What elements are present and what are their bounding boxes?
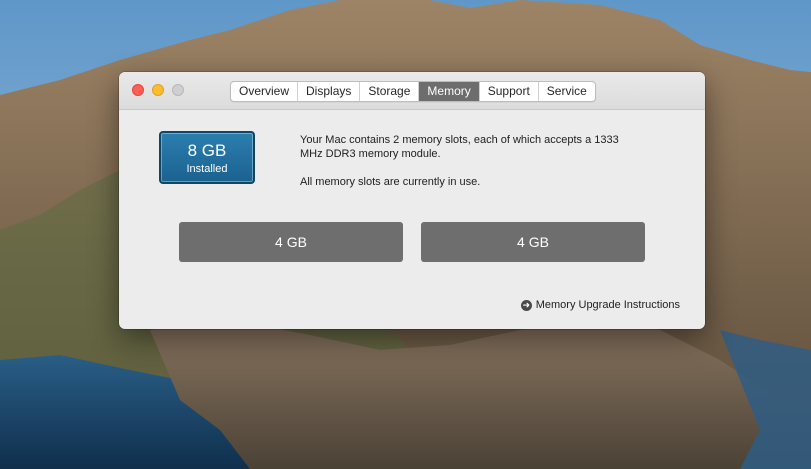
tab-support[interactable]: Support bbox=[480, 82, 539, 101]
memory-pane: 8 GB Installed Your Mac contains 2 memor… bbox=[119, 110, 705, 329]
zoom-button[interactable] bbox=[172, 84, 184, 96]
about-this-mac-window: Overview Displays Storage Memory Support… bbox=[119, 72, 705, 329]
installed-memory-badge: 8 GB Installed bbox=[159, 131, 255, 184]
desktop: Overview Displays Storage Memory Support… bbox=[0, 0, 811, 469]
close-button[interactable] bbox=[132, 84, 144, 96]
memory-upgrade-instructions-label: Memory Upgrade Instructions bbox=[535, 299, 680, 311]
tab-displays[interactable]: Displays bbox=[298, 82, 361, 101]
memory-slot-1: 4 GB bbox=[179, 222, 403, 262]
memory-upgrade-instructions-link[interactable]: ➜ Memory Upgrade Instructions bbox=[520, 299, 680, 311]
memory-slots-description: Your Mac contains 2 memory slots, each o… bbox=[300, 134, 619, 160]
tab-memory[interactable]: Memory bbox=[419, 82, 480, 101]
window-titlebar: Overview Displays Storage Memory Support… bbox=[119, 72, 705, 110]
memory-slot-2: 4 GB bbox=[421, 222, 645, 262]
memory-slots-status: All memory slots are currently in use. bbox=[300, 176, 481, 188]
tab-overview[interactable]: Overview bbox=[231, 82, 299, 101]
tab-bar: Overview Displays Storage Memory Support… bbox=[230, 81, 596, 102]
installed-memory-label: Installed bbox=[186, 163, 228, 175]
minimize-button[interactable] bbox=[152, 84, 164, 96]
arrow-right-circle-icon: ➜ bbox=[520, 299, 532, 311]
installed-memory-size: 8 GB bbox=[187, 141, 227, 160]
memory-description: Your Mac contains 2 memory slots, each o… bbox=[300, 133, 630, 189]
tab-service[interactable]: Service bbox=[539, 82, 595, 101]
tab-storage[interactable]: Storage bbox=[360, 82, 420, 101]
